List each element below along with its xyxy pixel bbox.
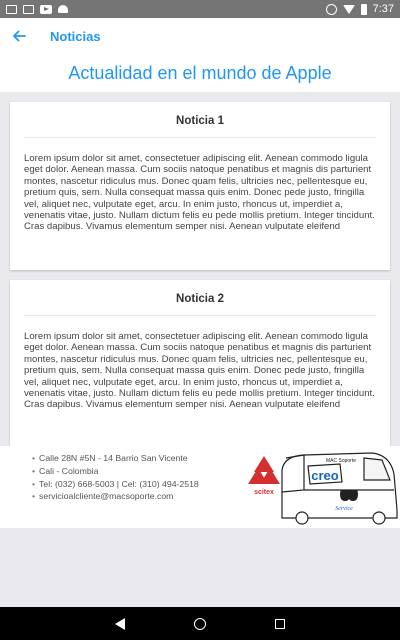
wifi-icon [342, 4, 355, 14]
status-bar: 7:37 [0, 0, 400, 18]
nav-recent-apps-icon[interactable] [275, 618, 286, 629]
creo-label: creo [311, 468, 339, 483]
news-card[interactable]: Noticia 1 Lorem ipsum dolor sit amet, co… [10, 102, 390, 270]
company-logo: scitex MAC Soporte creo Service [248, 452, 398, 525]
status-time: 7:37 [372, 3, 394, 15]
news-scroll-view[interactable]: Actualidad en el mundo de Apple Noticia … [0, 54, 400, 607]
van-label: MAC Soporte [326, 458, 356, 464]
gallery-icon [6, 4, 17, 14]
scitex-label: scitex [254, 489, 274, 496]
page-title: Actualidad en el mundo de Apple [68, 62, 332, 83]
contact-list: Calle 28N #5N - 14 Barrio San Vicente Ca… [32, 452, 199, 503]
contact-phone[interactable]: Tel: (032) 668-5003 | Cel: (310) 494-251… [32, 478, 199, 491]
nav-back-icon[interactable] [114, 617, 125, 630]
news-title: Noticia 2 [24, 280, 376, 316]
contact-email[interactable]: servicioalcliente@macsoporte.com [32, 490, 199, 503]
app-bar: Noticias [0, 18, 400, 54]
status-left-icons [6, 4, 68, 14]
back-button[interactable] [0, 18, 38, 54]
system-nav-bar [0, 607, 400, 640]
sync-icon [325, 3, 337, 15]
status-right-icons: 7:37 [325, 3, 394, 15]
nav-home-icon[interactable] [193, 617, 206, 630]
android-icon [58, 5, 68, 13]
news-body: Lorem ipsum dolor sit amet, consectetuer… [24, 331, 375, 411]
news-body: Lorem ipsum dolor sit amet, consectetuer… [24, 153, 375, 233]
contact-address: Calle 28N #5N - 14 Barrio San Vicente [32, 452, 199, 465]
contact-footer: Calle 28N #5N - 14 Barrio San Vicente Ca… [0, 446, 400, 528]
news-title: Noticia 1 [24, 102, 376, 138]
battery-icon [360, 3, 367, 15]
app-title: Noticias [50, 28, 101, 44]
gallery-icon-2 [23, 4, 34, 14]
scitex-logo: scitex [248, 456, 280, 496]
news-card[interactable]: Noticia 2 Lorem ipsum dolor sit amet, co… [10, 280, 390, 448]
page-header: Actualidad en el mundo de Apple [0, 54, 400, 92]
youtube-icon [40, 4, 52, 14]
service-label: Service [335, 506, 353, 512]
contact-city: Cali - Colombia [32, 465, 199, 478]
arrow-left-icon [13, 30, 26, 42]
